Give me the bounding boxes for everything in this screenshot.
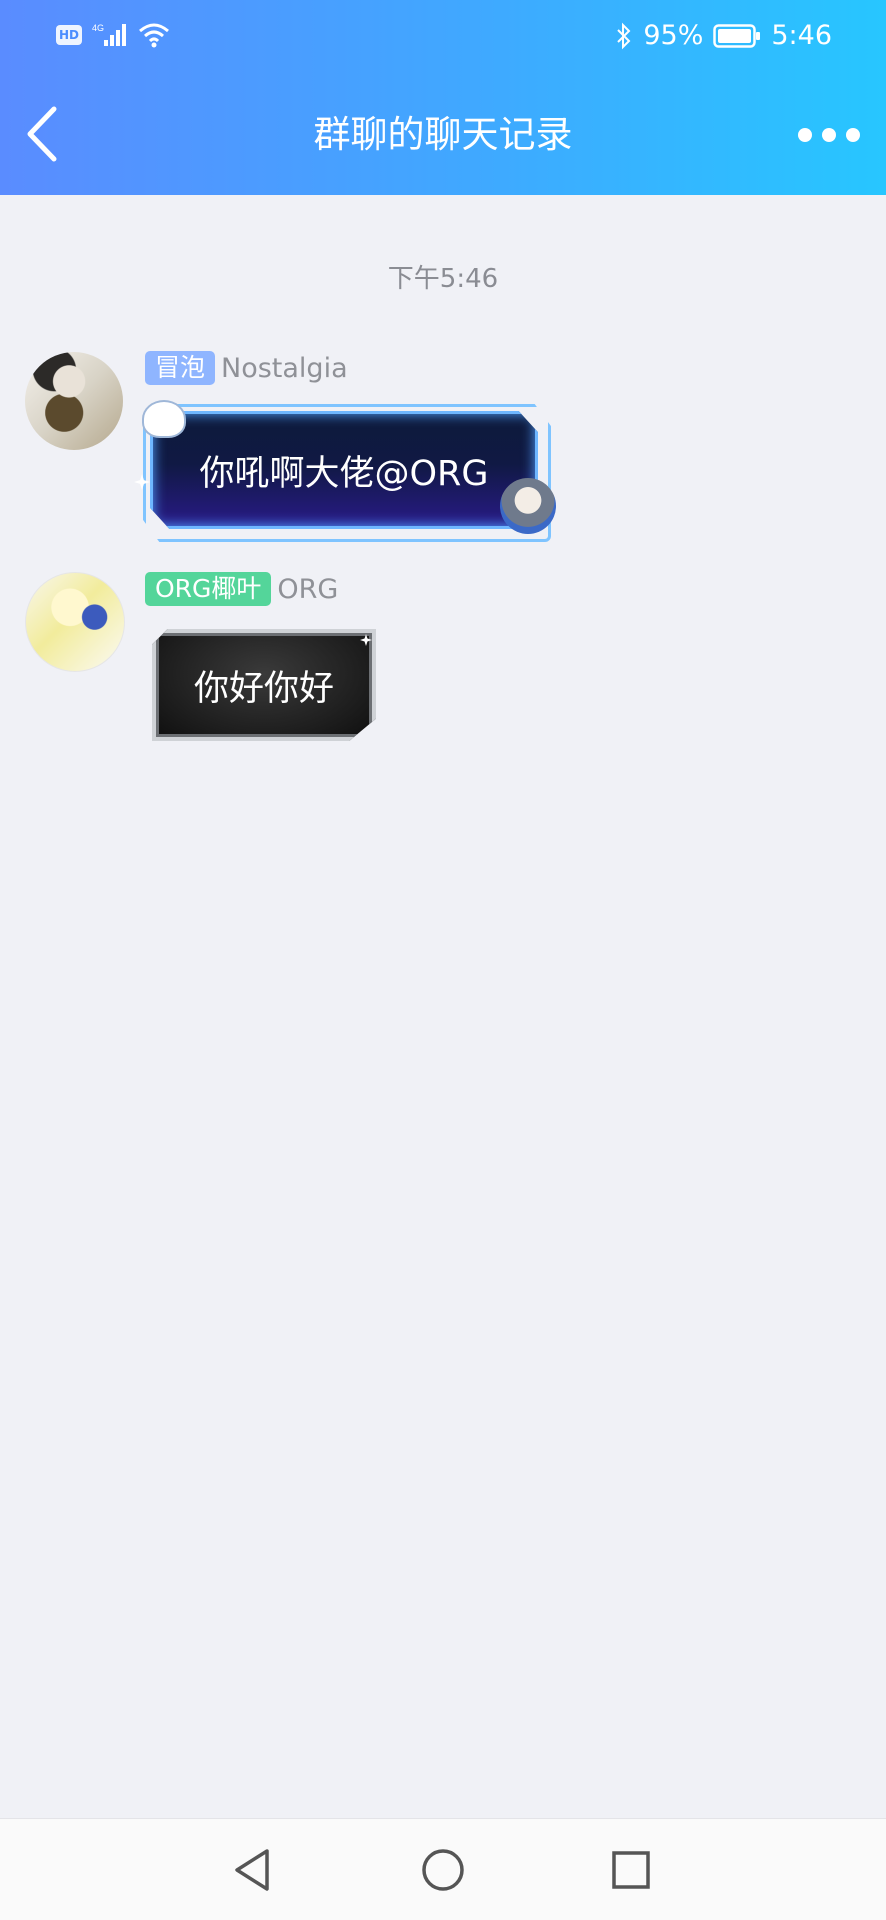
chat-timestamp: 下午5:46 <box>387 264 499 294</box>
circle-home-icon <box>422 1849 464 1891</box>
message-bubble[interactable]: 你吼啊大佬@ORG <box>150 411 538 529</box>
chat-history-screen: HD 4G 95% 5:46 群聊的聊天记录 下午5:46 冒泡 Nostalg… <box>0 0 886 1920</box>
more-dot <box>822 128 836 142</box>
message-bubble[interactable]: 你好你好 <box>152 629 376 741</box>
system-recents-button[interactable] <box>606 1845 656 1895</box>
sender-row: 冒泡 Nostalgia <box>145 351 348 385</box>
more-dots-icon <box>798 128 812 142</box>
wifi-icon <box>139 23 169 48</box>
page-title: 群聊的聊天记录 <box>313 113 573 156</box>
battery-icon <box>713 23 761 48</box>
navigation-bar: 群聊的聊天记录 <box>0 74 886 195</box>
member-title-tag: ORG椰叶 <box>145 572 272 606</box>
network-type-text: 4G <box>92 23 104 33</box>
status-bar: HD 4G 95% 5:46 <box>0 0 886 74</box>
ghost-sticker-icon <box>142 400 186 438</box>
sender-nickname[interactable]: ORG <box>277 574 338 605</box>
status-left: HD 4G <box>56 22 170 48</box>
hd-badge: HD <box>56 25 82 45</box>
battery-percent: 95% <box>643 20 704 51</box>
member-title-tag: 冒泡 <box>145 351 216 385</box>
system-navigation-bar <box>0 1818 886 1920</box>
top-bar: HD 4G 95% 5:46 群聊的聊天记录 <box>0 0 886 195</box>
status-time: 5:46 <box>771 20 832 51</box>
status-right: 95% 5:46 <box>615 20 832 51</box>
signal-icon: 4G <box>92 23 126 46</box>
more-button[interactable] <box>798 118 860 152</box>
sender-row: ORG椰叶 ORG <box>145 572 338 606</box>
avatar-org[interactable] <box>25 572 125 672</box>
sparkle-icon <box>134 474 150 490</box>
chibi-character-icon <box>500 478 556 534</box>
message-text: 你吼啊大佬@ORG <box>199 453 489 494</box>
more-dot <box>846 128 860 142</box>
bluetooth-icon <box>617 22 631 49</box>
square-recents-icon <box>612 1851 650 1889</box>
system-back-button[interactable] <box>228 1845 278 1895</box>
system-home-button[interactable] <box>418 1845 468 1895</box>
sender-nickname[interactable]: Nostalgia <box>221 353 348 384</box>
triangle-back-icon <box>235 1849 269 1891</box>
message-text: 你好你好 <box>193 668 334 709</box>
avatar-nostalgia[interactable] <box>25 352 123 450</box>
